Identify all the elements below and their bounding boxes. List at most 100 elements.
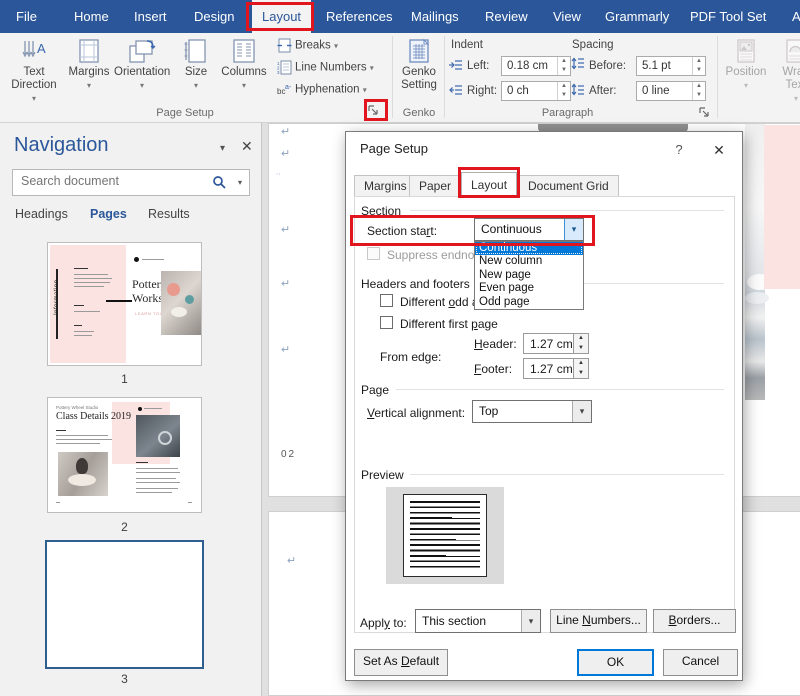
tab-home[interactable]: Home <box>70 0 113 33</box>
indent-left-spinner[interactable]: ▲▼ <box>557 57 570 75</box>
apply-to-combobox[interactable]: This section ▾ <box>415 609 541 633</box>
page-thumbnail-2[interactable]: Pottery Wheel Studio Class Details 2019 <box>48 398 201 512</box>
spacing-after-value: 0 line <box>642 85 670 97</box>
breaks-button[interactable]: Breaks ▾ <box>277 38 338 58</box>
header-distance-field[interactable]: 1.27 cm ▲▼ <box>523 333 589 354</box>
wrap-text-button[interactable]: Wrap Text ▾ <box>774 35 800 119</box>
section-start-value: Continuous <box>481 222 542 236</box>
spacing-before-label: Before: <box>589 60 626 72</box>
indent-right-label: Right: <box>467 85 497 97</box>
combobox-chevron-icon[interactable]: ▾ <box>572 401 591 422</box>
combobox-chevron-icon[interactable]: ▾ <box>564 219 583 240</box>
thumb1-pink-panel <box>50 245 126 363</box>
indent-right-field[interactable]: 0 ch ▲▼ <box>501 81 571 101</box>
svg-text:A: A <box>37 41 46 56</box>
header-distance-spinner[interactable]: ▲▼ <box>573 334 588 353</box>
ribbon: A Text Direction ▾ Margins ▾ Orien <box>0 33 800 123</box>
tab-mailings[interactable]: Mailings <box>407 0 463 33</box>
position-button[interactable]: Position ▾ <box>722 35 770 119</box>
tab-review[interactable]: Review <box>481 0 532 33</box>
chevron-down-icon: ▾ <box>744 81 748 90</box>
hyphenation-label: Hyphenation <box>295 84 360 96</box>
page-thumbnail-3[interactable] <box>47 542 202 667</box>
search-input[interactable] <box>21 174 211 188</box>
wrap-text-label: Wrap Text <box>778 66 800 92</box>
borders-button[interactable]: Borders... <box>653 609 736 633</box>
dialog-tab-layout[interactable]: Layout <box>461 172 517 197</box>
spacing-after-field[interactable]: 0 line ▲▼ <box>636 81 706 101</box>
section-start-label: Section start: <box>367 224 437 238</box>
chevron-down-icon: ▾ <box>87 81 91 90</box>
footer-distance-field[interactable]: 1.27 cm ▲▼ <box>523 358 589 379</box>
nav-tab-results[interactable]: Results <box>148 207 190 221</box>
pilcrow-mark: ↵ <box>281 147 290 160</box>
spacing-before-icon <box>571 57 585 71</box>
dropdown-option-new-page[interactable]: New page <box>475 269 583 282</box>
line-numbers-button-dialog[interactable]: Line Numbers... <box>550 609 647 633</box>
dialog-tab-paper[interactable]: Paper <box>409 175 461 196</box>
dropdown-option-continuous[interactable]: Continuous <box>475 242 583 255</box>
spacing-after-spinner[interactable]: ▲▼ <box>692 82 705 100</box>
dropdown-option-new-column[interactable]: New column <box>475 255 583 268</box>
document-pink-block <box>764 125 800 289</box>
combobox-chevron-icon[interactable]: ▾ <box>521 610 540 632</box>
page-group-label: Page <box>361 383 395 397</box>
pilcrow-mark: ↵ <box>281 223 290 236</box>
indent-left-field[interactable]: 0.18 cm ▲▼ <box>501 56 571 76</box>
paragraph-dialog-launcher[interactable] <box>698 105 713 120</box>
dropdown-option-odd-page[interactable]: Odd page <box>475 296 583 309</box>
margins-button[interactable]: Margins ▾ <box>66 35 112 119</box>
svg-text:3: 3 <box>277 70 280 75</box>
spacing-before-spinner[interactable]: ▲▼ <box>692 57 705 75</box>
document-page-label: 02 <box>281 449 296 460</box>
pilcrow-mark: ↵ <box>287 554 296 567</box>
footer-label: Footer: <box>474 362 512 376</box>
line-numbers-button[interactable]: 1 2 3 Line Numbers ▾ <box>277 60 374 80</box>
suppress-endnotes-checkbox[interactable] <box>367 247 380 260</box>
ok-button[interactable]: OK <box>577 649 654 676</box>
dropdown-option-even-page[interactable]: Even page <box>475 282 583 295</box>
dialog-tab-document-grid[interactable]: Document Grid <box>518 175 619 196</box>
thumb2-photo-top <box>136 415 180 457</box>
tab-references[interactable]: References <box>322 0 396 33</box>
different-first-page-checkbox[interactable] <box>380 316 393 329</box>
hyphenation-button[interactable]: bc a- Hyphenation ▾ <box>277 82 367 102</box>
pilcrow-mark: ↵ <box>281 277 290 290</box>
dialog-close-icon[interactable]: ✕ <box>700 138 738 162</box>
tab-file[interactable]: File <box>12 0 41 33</box>
text-direction-button[interactable]: A Text Direction ▾ <box>4 35 64 119</box>
different-odd-even-checkbox[interactable] <box>380 294 393 307</box>
spacing-before-field[interactable]: 5.1 pt ▲▼ <box>636 56 706 76</box>
tab-acrobat[interactable]: Ac <box>788 0 800 33</box>
search-options-chevron-icon[interactable]: ▾ <box>238 178 242 187</box>
vertical-alignment-combobox[interactable]: Top ▾ <box>472 400 592 423</box>
thumb2-title: Class Details 2019 <box>56 411 131 422</box>
page-thumbnail-1-number: 1 <box>48 372 201 386</box>
thumb1-divider-line <box>106 300 132 302</box>
tab-insert[interactable]: Insert <box>130 0 171 33</box>
page-thumbnail-1[interactable]: Information Pottery Workshops LEARN TOGE… <box>48 243 201 365</box>
pilcrow-mark: ↵ <box>281 125 290 138</box>
dialog-tab-margins[interactable]: Margins <box>354 175 417 196</box>
nav-tab-pages[interactable]: Pages <box>90 207 127 221</box>
tab-pdf-tool-set[interactable]: PDF Tool Set <box>686 0 770 33</box>
search-icon[interactable] <box>212 175 227 190</box>
nav-tab-headings[interactable]: Headings <box>15 207 68 221</box>
navigation-close-icon[interactable]: ✕ <box>241 138 253 155</box>
dialog-help-icon[interactable]: ? <box>664 138 694 162</box>
section-start-combobox[interactable]: Continuous ▾ <box>474 218 584 241</box>
page-setup-dialog-launcher[interactable] <box>367 103 382 118</box>
tab-design[interactable]: Design <box>190 0 238 33</box>
tab-view[interactable]: View <box>549 0 585 33</box>
section-start-dropdown-list: Continuous New column New page Even page… <box>474 241 584 310</box>
tab-layout[interactable]: Layout <box>252 0 311 33</box>
preview-image <box>386 487 504 584</box>
navigation-options-chevron-icon[interactable]: ▾ <box>220 143 225 154</box>
spacing-heading: Spacing <box>572 39 614 51</box>
indent-right-value: 0 ch <box>507 85 529 97</box>
indent-right-spinner[interactable]: ▲▼ <box>557 82 570 100</box>
set-as-default-button[interactable]: Set As Default <box>354 649 448 676</box>
tab-grammarly[interactable]: Grammarly <box>601 0 673 33</box>
cancel-button[interactable]: Cancel <box>663 649 738 676</box>
footer-distance-spinner[interactable]: ▲▼ <box>573 359 588 378</box>
